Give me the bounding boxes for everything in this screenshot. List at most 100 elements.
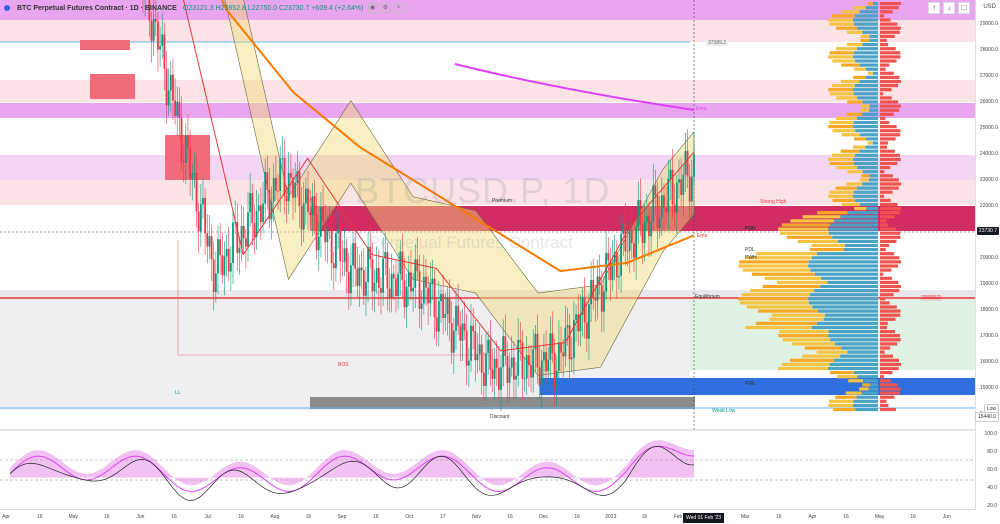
candle-body [274, 177, 277, 191]
time-tick: 2023 [605, 514, 617, 520]
vp-bar-buy [804, 346, 842, 350]
oscillator-axis[interactable]: 100.0 80.0 60.0 40.0 20.0 [975, 430, 1000, 510]
candle-body [478, 344, 481, 355]
candle-body [176, 101, 179, 116]
candle-body [242, 225, 245, 239]
price-tick: 26000.0 [979, 99, 998, 105]
vp-bar-sell [821, 276, 878, 280]
vp-bar-buy [828, 18, 854, 22]
vp-bar-buy [854, 207, 867, 211]
vp-bar-sell [853, 161, 878, 166]
time-axis[interactable]: Apr 16 May 16 Jun 16 Jul 16 Aug 16 Sep 16 Oct 17 Nov 16… [0, 509, 976, 524]
vp-bar-delta [880, 272, 884, 276]
vp-bar-sell [830, 338, 878, 342]
vp-bar-buy [832, 198, 856, 202]
vp-bar-delta [880, 186, 899, 190]
vp-bar-sell [859, 79, 878, 84]
vp-bar-sell [865, 145, 878, 149]
candle-body [392, 273, 395, 279]
vp-bar-buy [802, 354, 841, 358]
candle-body [435, 317, 438, 332]
candle-body [189, 148, 192, 179]
ema-magenta-label: Ema [696, 106, 707, 112]
vp-bar-buy [861, 174, 870, 178]
candle-body [570, 357, 573, 360]
vp-bar-sell [853, 399, 878, 403]
candle-body [536, 333, 539, 368]
vp-bar-sell [872, 141, 878, 145]
candle-body [603, 291, 605, 312]
header-controls: ◉ ⚙ × [367, 3, 404, 13]
vp-bar-buy [828, 125, 854, 129]
vp-bar-sell [866, 137, 878, 141]
price-tick: 16000.0 [979, 359, 998, 365]
vp-bar-buy [832, 129, 856, 133]
candle-body [566, 325, 569, 328]
candle-body [562, 352, 565, 357]
candle-body [184, 135, 187, 163]
vp-bar-sell [859, 133, 878, 137]
vp-bar-buy [741, 293, 810, 297]
close-icon[interactable]: × [393, 3, 404, 13]
candle-body [382, 258, 384, 293]
time-tick: 16 [641, 514, 648, 520]
vp-bar-sell [856, 395, 878, 399]
move-up-icon[interactable]: ↑ [928, 2, 940, 14]
eye-icon[interactable]: ◉ [367, 3, 378, 13]
main-chart-canvas[interactable] [0, 0, 1000, 524]
vp-bar-delta [880, 153, 900, 157]
candle-body [405, 286, 408, 308]
candle-body [399, 251, 402, 274]
maximize-icon[interactable]: □ [958, 2, 970, 14]
vp-bar-buy [757, 309, 818, 313]
candle-body [283, 158, 286, 196]
candle-body [626, 250, 629, 252]
candle-body [281, 158, 284, 159]
vp-bar-delta [880, 211, 900, 215]
vp-bar-buy [792, 342, 836, 346]
candle-body [690, 176, 693, 202]
candle-body [324, 221, 327, 243]
candle-body [277, 190, 279, 192]
vp-bar-delta [880, 305, 897, 309]
candle-body [416, 259, 419, 272]
vp-bar-sell [861, 391, 878, 395]
time-tick: Feb [673, 514, 683, 520]
vp-bar-sell [828, 231, 878, 235]
vp-bar-delta [880, 112, 894, 116]
settings-icon[interactable]: ⚙ [380, 3, 391, 13]
candle-body [680, 179, 683, 195]
vp-bar-sell [820, 284, 878, 289]
price-axis[interactable]: USD 29000.0 28000.0 27000.0 26000.0 25000.0 2… [975, 0, 1000, 430]
candle-body [688, 176, 691, 202]
vp-bar-buy [860, 38, 870, 43]
candle-body [693, 154, 695, 177]
candle-body [487, 339, 490, 353]
candle-body [527, 355, 530, 366]
candle-body [313, 196, 316, 215]
candle-body [648, 215, 650, 237]
vp-bar-delta [880, 108, 900, 112]
candle-body [380, 288, 382, 293]
vp-bar-delta [880, 260, 901, 264]
candle-body [667, 178, 670, 213]
vp-bar-delta [880, 219, 887, 223]
candle-body [294, 182, 297, 198]
vp-bar-buy [828, 157, 854, 161]
vp-bar-buy [861, 104, 870, 108]
time-tick: 16 [574, 514, 580, 520]
vp-bar-delta [880, 34, 895, 38]
candle-body [568, 325, 571, 360]
vp-bar-sell [829, 223, 878, 227]
candle-body [320, 206, 322, 237]
move-down-icon[interactable]: ↓ [943, 2, 955, 14]
vp-bar-delta [880, 387, 901, 391]
candle-body [686, 150, 689, 177]
symbol-title[interactable]: BTC Perpetual Futures Contract · 1D · BI… [17, 5, 177, 12]
vp-bar-sell [841, 346, 878, 350]
vp-bar-sell [843, 248, 878, 252]
vp-bar-sell [869, 108, 878, 112]
candle-body [444, 313, 447, 318]
candle-body [219, 239, 222, 256]
bos-label: BOS [338, 362, 349, 368]
